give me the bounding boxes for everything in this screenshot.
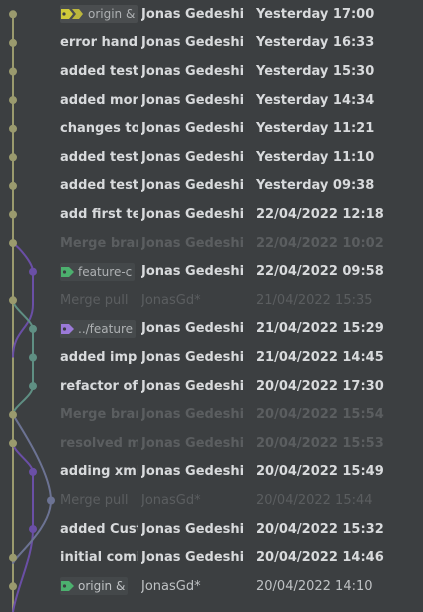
- commit-date: 21/04/2022 15:29: [256, 321, 384, 337]
- ref-label-text: origin &: [78, 579, 126, 594]
- commit-row[interactable]: refactor of Jonas Gedeshi 20/04/2022 17:30: [0, 372, 423, 401]
- commit-author: Jonas Gedeshi: [141, 435, 245, 451]
- commit-author: Jonas Gedeshi: [141, 349, 245, 365]
- commit-date: 20/04/2022 15:54: [256, 407, 384, 423]
- commit-row[interactable]: Merge pull JonasGd* 21/04/2022 15:35: [0, 286, 423, 315]
- commit-row[interactable]: feature-c Jonas Gedeshi 22/04/2022 09:58: [0, 257, 423, 286]
- commit-date: 21/04/2022 15:35: [256, 292, 373, 308]
- ref-label-text: origin &: [88, 7, 136, 22]
- commit-row[interactable]: Merge bran Jonas Gedeshi 22/04/2022 10:02: [0, 229, 423, 258]
- commit-author: Jonas Gedeshi: [141, 321, 245, 337]
- commit-date: 20/04/2022 14:10: [256, 578, 373, 594]
- commit-message: feature-c: [60, 257, 138, 286]
- commit-message: initial comi: [60, 550, 138, 566]
- commit-row[interactable]: added impl Jonas Gedeshi 21/04/2022 14:45: [0, 343, 423, 372]
- commit-row[interactable]: adding xml Jonas Gedeshi 20/04/2022 15:49: [0, 458, 423, 487]
- commit-date: 22/04/2022 10:02: [256, 235, 384, 251]
- commit-author: JonasGd*: [141, 492, 201, 508]
- commit-message: Merge pull: [60, 492, 129, 508]
- commit-row[interactable]: origin & JonasGd* 20/04/2022 14:10: [0, 572, 423, 601]
- commit-date: Yesterday 14:34: [256, 92, 375, 108]
- commit-message: adding xml: [60, 464, 138, 480]
- ref-label-text: feature-c: [78, 264, 133, 279]
- tag-icon: [61, 581, 74, 592]
- commit-date: Yesterday 17:00: [256, 6, 375, 22]
- commit-row[interactable]: added testsJonas Gedeshi Yesterday 15:30: [0, 57, 423, 86]
- commit-date: 20/04/2022 15:49: [256, 464, 384, 480]
- commit-author: Jonas Gedeshi: [141, 206, 245, 222]
- commit-row[interactable]: resolved m Jonas Gedeshi 20/04/2022 15:53: [0, 429, 423, 458]
- commit-row[interactable]: added moreJonas Gedeshi Yesterday 14:34: [0, 86, 423, 115]
- commit-row[interactable]: added Cust Jonas Gedeshi 20/04/2022 15:32: [0, 515, 423, 544]
- ref-label: origin &: [60, 577, 129, 596]
- commit-message: changes to: [60, 121, 138, 137]
- commit-author: JonasGd*: [141, 292, 201, 308]
- commit-row[interactable]: initial comi Jonas Gedeshi 20/04/2022 14:4…: [0, 543, 423, 572]
- commit-message: refactor of: [60, 378, 138, 394]
- ref-label-text: ../feature: [78, 321, 133, 336]
- commit-row[interactable]: ../feature Jonas Gedeshi 21/04/2022 15:29: [0, 315, 423, 344]
- commit-date: 20/04/2022 14:46: [256, 550, 384, 566]
- commit-author: Jonas Gedeshi: [141, 35, 245, 51]
- commit-author: Jonas Gedeshi: [141, 178, 245, 194]
- commit-message: origin &: [60, 0, 138, 29]
- commit-date: 22/04/2022 12:18: [256, 206, 384, 222]
- commit-date: 20/04/2022 15:32: [256, 521, 384, 537]
- commit-author: Jonas Gedeshi: [141, 407, 245, 423]
- commit-message: added Cust: [60, 521, 138, 537]
- commit-author: Jonas Gedeshi: [141, 149, 245, 165]
- commit-date: 20/04/2022 15:44: [256, 492, 373, 508]
- commit-message: Merge pull: [60, 292, 129, 308]
- commit-message: origin &: [60, 572, 138, 601]
- tag-icon: [61, 266, 74, 277]
- tag-icon: [61, 323, 74, 334]
- commit-author: Jonas Gedeshi: [141, 235, 245, 251]
- commit-date: Yesterday 15:30: [256, 63, 375, 79]
- commit-date: Yesterday 09:38: [256, 178, 375, 194]
- commit-message: add first te: [60, 206, 138, 222]
- commit-message: added tests: [60, 63, 138, 79]
- commit-date: Yesterday 16:33: [256, 35, 375, 51]
- commit-log: origin & Jonas Gedeshi Yesterday 17:00 erro…: [0, 0, 423, 612]
- commit-author: Jonas Gedeshi: [141, 6, 245, 22]
- commit-date: 20/04/2022 17:30: [256, 378, 384, 394]
- commit-message: Merge bran: [60, 235, 138, 251]
- commit-author: Jonas Gedeshi: [141, 521, 245, 537]
- commit-row[interactable]: add first te Jonas Gedeshi 22/04/2022 12:1…: [0, 200, 423, 229]
- commit-date: 21/04/2022 14:45: [256, 349, 384, 365]
- ref-label: feature-c: [60, 262, 136, 281]
- commit-message: added impl: [60, 349, 138, 365]
- commit-message: ../feature: [60, 315, 138, 344]
- commit-row[interactable]: origin & Jonas Gedeshi Yesterday 17:00: [0, 0, 423, 29]
- commit-row[interactable]: error handlingJonas Gedeshi Yesterday 16:…: [0, 29, 423, 58]
- commit-row[interactable]: changes to Jonas Gedeshi Yesterday 11:21: [0, 114, 423, 143]
- commit-row[interactable]: Merge bran Jonas Gedeshi 20/04/2022 15:54: [0, 400, 423, 429]
- commit-row[interactable]: added testsJonas Gedeshi Yesterday 11:10: [0, 143, 423, 172]
- commit-author: Jonas Gedeshi: [141, 464, 245, 480]
- commit-message: Merge bran: [60, 407, 138, 423]
- tag-icon: [61, 9, 83, 20]
- commit-author: Jonas Gedeshi: [141, 378, 245, 394]
- commit-row[interactable]: added testsJonas Gedeshi Yesterday 09:38: [0, 172, 423, 201]
- commit-author: Jonas Gedeshi: [141, 92, 245, 108]
- commit-message: added tests: [60, 149, 138, 165]
- commit-message: resolved m: [60, 435, 138, 451]
- commit-date: Yesterday 11:21: [256, 121, 375, 137]
- commit-author: Jonas Gedeshi: [141, 550, 245, 566]
- commit-message: added tests: [60, 178, 138, 194]
- commit-author: Jonas Gedeshi: [141, 63, 245, 79]
- commit-author: Jonas Gedeshi: [141, 121, 245, 137]
- ref-label: ../feature: [60, 319, 136, 338]
- commit-date: 20/04/2022 15:53: [256, 435, 384, 451]
- commit-row[interactable]: Merge pull JonasGd* 20/04/2022 15:44: [0, 486, 423, 515]
- commit-message: added more: [60, 92, 138, 108]
- commit-date: Yesterday 11:10: [256, 149, 375, 165]
- commit-message: error handling: [60, 35, 138, 51]
- commit-author: Jonas Gedeshi: [141, 264, 245, 280]
- commit-date: 22/04/2022 09:58: [256, 264, 384, 280]
- commit-author: JonasGd*: [141, 578, 201, 594]
- ref-label: origin &: [60, 5, 138, 24]
